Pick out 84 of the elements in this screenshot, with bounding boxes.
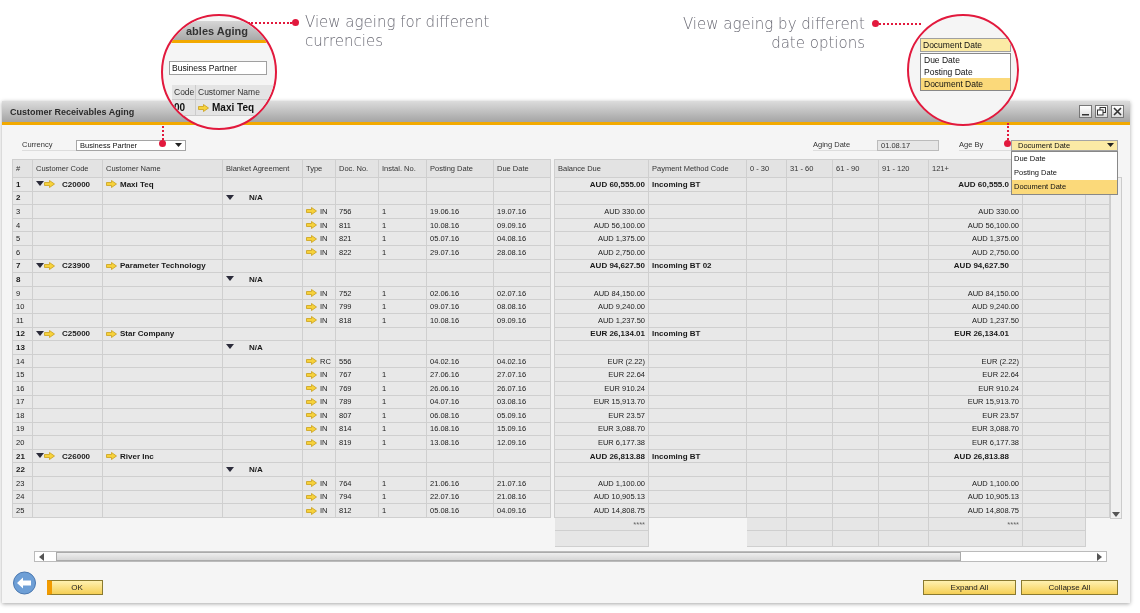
link-arrow-icon[interactable] (306, 234, 317, 243)
link-arrow-icon[interactable] (306, 411, 317, 420)
row-number: 22 (16, 465, 25, 475)
link-arrow-icon[interactable] (306, 302, 317, 311)
aged-amount: EUR 26,134.01 (954, 329, 1009, 339)
link-arrow-icon[interactable] (306, 479, 317, 488)
restore-button[interactable] (1095, 105, 1108, 118)
collapse-triangle-icon[interactable] (36, 453, 44, 460)
caret-icon (1107, 143, 1114, 147)
link-arrow-icon[interactable] (198, 103, 209, 112)
collapse-triangle-icon[interactable] (226, 466, 234, 473)
link-arrow-icon[interactable] (106, 180, 117, 189)
link-arrow-icon[interactable] (306, 425, 317, 433)
callout-text: View ageing for different currencies (305, 13, 491, 51)
leader-line (872, 20, 921, 27)
link-arrow-icon[interactable] (306, 207, 317, 216)
scroll-down-icon[interactable] (1112, 512, 1120, 518)
aged-amount: AUD 26,813.88 (953, 451, 1009, 461)
link-arrow-icon[interactable] (306, 438, 317, 447)
balance-due: AUD 60,555.00 (589, 179, 645, 189)
aged-amount: AUD 60,555.0 (958, 179, 1009, 189)
collapse-triangle-icon[interactable] (226, 276, 234, 283)
link-arrow-icon[interactable] (306, 384, 317, 393)
customer-name: Maxi Teq (212, 102, 255, 113)
payment-method: Incoming BT (652, 451, 701, 461)
row-number: 7 (16, 261, 21, 271)
expand-all-button[interactable]: Expand All (923, 579, 1016, 595)
age-by-dropdown[interactable]: Document Date (920, 38, 1011, 52)
row-number: 2 (16, 193, 21, 203)
column-header: Customer Name (196, 85, 275, 100)
window-title: ables Aging (186, 25, 248, 37)
payment-method: Incoming BT 02 (652, 261, 712, 271)
dropdown-option[interactable]: Document Date (921, 78, 1010, 90)
payment-method: Incoming BT (652, 329, 701, 339)
customer-name[interactable]: Maxi Teq (120, 179, 154, 189)
balance-due: AUD 26,813.88 (589, 451, 645, 461)
dropdown-option[interactable]: Posting Date (921, 66, 1010, 78)
currency-dropdown[interactable]: Business Partner (169, 61, 267, 75)
collapse-triangle-icon[interactable] (226, 194, 234, 201)
row-number: 21 (16, 451, 25, 461)
collapse-triangle-icon[interactable] (36, 330, 44, 337)
vertical-scrollbar[interactable] (1110, 177, 1122, 519)
close-icon (1113, 107, 1122, 116)
blanket-agreement: N/A (249, 465, 263, 475)
link-arrow-icon[interactable] (106, 261, 117, 270)
row-number: 12 (16, 329, 25, 339)
blanket-agreement: N/A (249, 193, 263, 203)
link-arrow-icon[interactable] (306, 370, 317, 379)
link-arrow-icon[interactable] (306, 316, 317, 325)
blanket-agreement: N/A (249, 342, 263, 352)
row-number: 8 (16, 274, 21, 284)
link-arrow-icon[interactable] (306, 248, 317, 257)
scroll-right-icon[interactable] (1097, 552, 1103, 561)
column-header: Code (172, 85, 196, 100)
ok-button[interactable]: OK (47, 579, 103, 595)
restore-icon (1097, 107, 1106, 116)
collapse-triangle-icon[interactable] (36, 262, 44, 269)
minimize-button[interactable] (1079, 105, 1092, 118)
balance-due: EUR 26,134.01 (590, 329, 645, 339)
collapse-all-button[interactable]: Collapse All (1021, 579, 1118, 595)
scroll-left-icon[interactable] (38, 552, 44, 561)
minimize-icon (1082, 113, 1089, 116)
link-arrow-icon[interactable] (106, 452, 117, 461)
row-number: 13 (16, 342, 25, 352)
callout-text: View ageing by different date options (681, 15, 865, 53)
link-arrow-icon[interactable] (306, 506, 317, 515)
payment-method: Incoming BT (652, 179, 701, 189)
horizontal-scrollbar[interactable] (34, 551, 1107, 563)
link-arrow-icon[interactable] (306, 397, 317, 406)
close-button[interactable] (1111, 105, 1124, 118)
dropdown-option[interactable]: Due Date (921, 54, 1010, 66)
aged-amount: AUD 94,627.50 (953, 261, 1009, 271)
link-arrow-icon[interactable] (306, 492, 317, 501)
link-arrow-icon[interactable] (106, 329, 117, 338)
collapse-triangle-icon[interactable] (226, 344, 234, 351)
window-title: Customer Receivables Aging (10, 106, 135, 117)
link-arrow-icon[interactable] (306, 357, 317, 365)
collapse-triangle-icon[interactable] (36, 181, 44, 188)
link-arrow-icon[interactable] (306, 289, 317, 298)
link-arrow-icon[interactable] (306, 221, 317, 230)
balance-due: AUD 94,627.50 (589, 261, 645, 271)
caret-icon (175, 143, 182, 147)
row-number: 1 (16, 179, 21, 189)
blanket-agreement: N/A (249, 274, 263, 284)
